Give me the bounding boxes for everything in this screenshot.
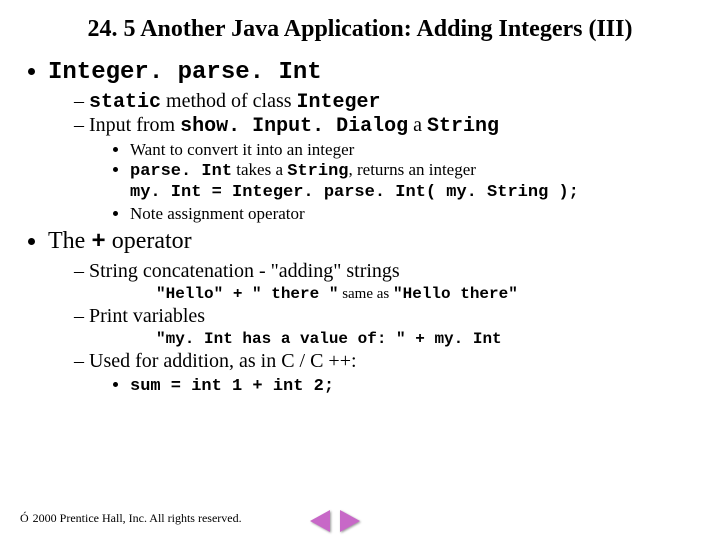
subsub-note-assignment: Note assignment operator [130, 204, 690, 224]
copyright-text: 2000 Prentice Hall, Inc. All rights rese… [33, 511, 242, 526]
text-method-of-class: method of class [161, 90, 297, 112]
bullet-list: Integer. parse. Int static method of cla… [48, 58, 690, 396]
code-myint-value: "my. Int has a value of: " + my. Int [156, 330, 690, 348]
text-returns-integer: , returns an integer [348, 160, 475, 179]
code-static: static [89, 91, 161, 114]
text-print-variables: Print variables [89, 305, 205, 327]
code-sum: sum = int 1 + int 2; [130, 375, 690, 396]
text-takes-a: takes a [232, 160, 287, 179]
triangle-left-icon [310, 510, 330, 532]
code-showinputdialog: show. Input. Dialog [180, 115, 408, 138]
code-hello-result: "Hello there" [393, 285, 518, 303]
code-parseint: parse. Int [130, 162, 232, 181]
bullet-plus-operator: The + operator String concatenation - "a… [48, 228, 690, 396]
code-string: String [427, 115, 499, 138]
slide-title: 24. 5 Another Java Application: Adding I… [30, 14, 690, 44]
code-string2: String [287, 162, 348, 181]
code-sum-text: sum = int 1 + int 2; [130, 377, 334, 396]
prev-button[interactable] [310, 510, 330, 532]
text-the: The [48, 228, 91, 254]
copyright-symbol: Ó [20, 511, 29, 526]
code-myint-assign: my. Int = Integer. parse. Int( my. Strin… [130, 183, 690, 202]
text-string-concat: String concatenation - "adding" strings [89, 260, 400, 282]
nav-buttons [310, 510, 360, 532]
text-integer-parseint: Integer. parse. Int [48, 59, 322, 86]
copyright-footer: Ó 2000 Prentice Hall, Inc. All rights re… [20, 511, 242, 526]
subsub-want-convert: Want to convert it into an integer [130, 140, 690, 160]
code-hello-there: "Hello" + " there " same as "Hello there… [156, 285, 690, 303]
sub-string-concat: String concatenation - "adding" strings … [74, 260, 690, 303]
text-input-from: Input from [89, 114, 180, 136]
code-integer: Integer [297, 91, 381, 114]
bullet-integer-parseint: Integer. parse. Int static method of cla… [48, 58, 690, 224]
sub-used-addition: Used for addition, as in C / C ++: sum =… [74, 350, 690, 396]
sub-input-from: Input from show. Input. Dialog a String … [74, 114, 690, 224]
sub-static-method: static method of class Integer [74, 90, 690, 114]
code-hello-plus: "Hello" + " there " [156, 285, 338, 303]
triangle-right-icon [340, 510, 360, 532]
text-used-addition: Used for addition, as in C / C ++: [89, 350, 357, 372]
next-button[interactable] [340, 510, 360, 532]
sub-print-variables: Print variables "my. Int has a value of:… [74, 305, 690, 348]
code-plus: + [91, 229, 105, 256]
text-operator: operator [106, 228, 192, 254]
subsub-parseint-takes: parse. Int takes a String, returns an in… [130, 160, 690, 181]
text-same-as: same as [338, 286, 393, 302]
text-a: a [408, 114, 427, 136]
